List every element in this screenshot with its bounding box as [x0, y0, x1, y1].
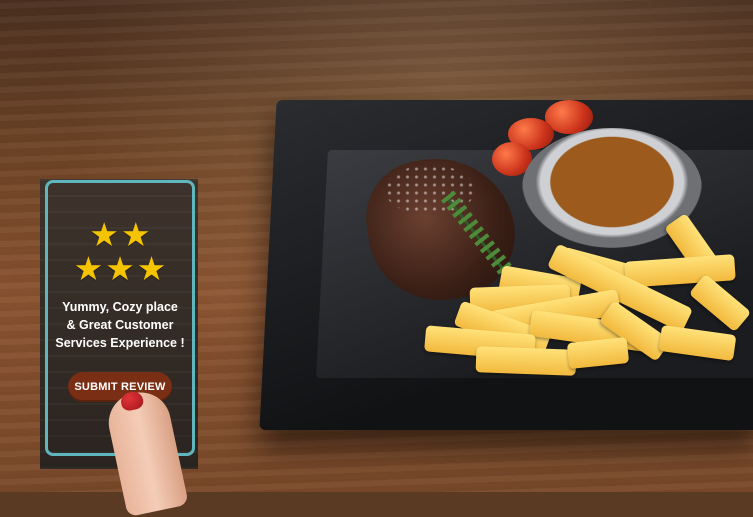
review-text: Yummy, Cozy place & Great Customer Servi… [55, 300, 185, 350]
french-fry [475, 346, 577, 376]
star-icon[interactable]: ★ [121, 218, 151, 251]
star-rating-top: ★★ [0, 218, 240, 251]
star-icon[interactable]: ★ [74, 252, 104, 285]
star-icon[interactable]: ★ [89, 218, 119, 251]
star-rating-bottom: ★★★ [0, 252, 240, 285]
star-icon[interactable]: ★ [137, 252, 167, 285]
star-icon[interactable]: ★ [105, 252, 135, 285]
